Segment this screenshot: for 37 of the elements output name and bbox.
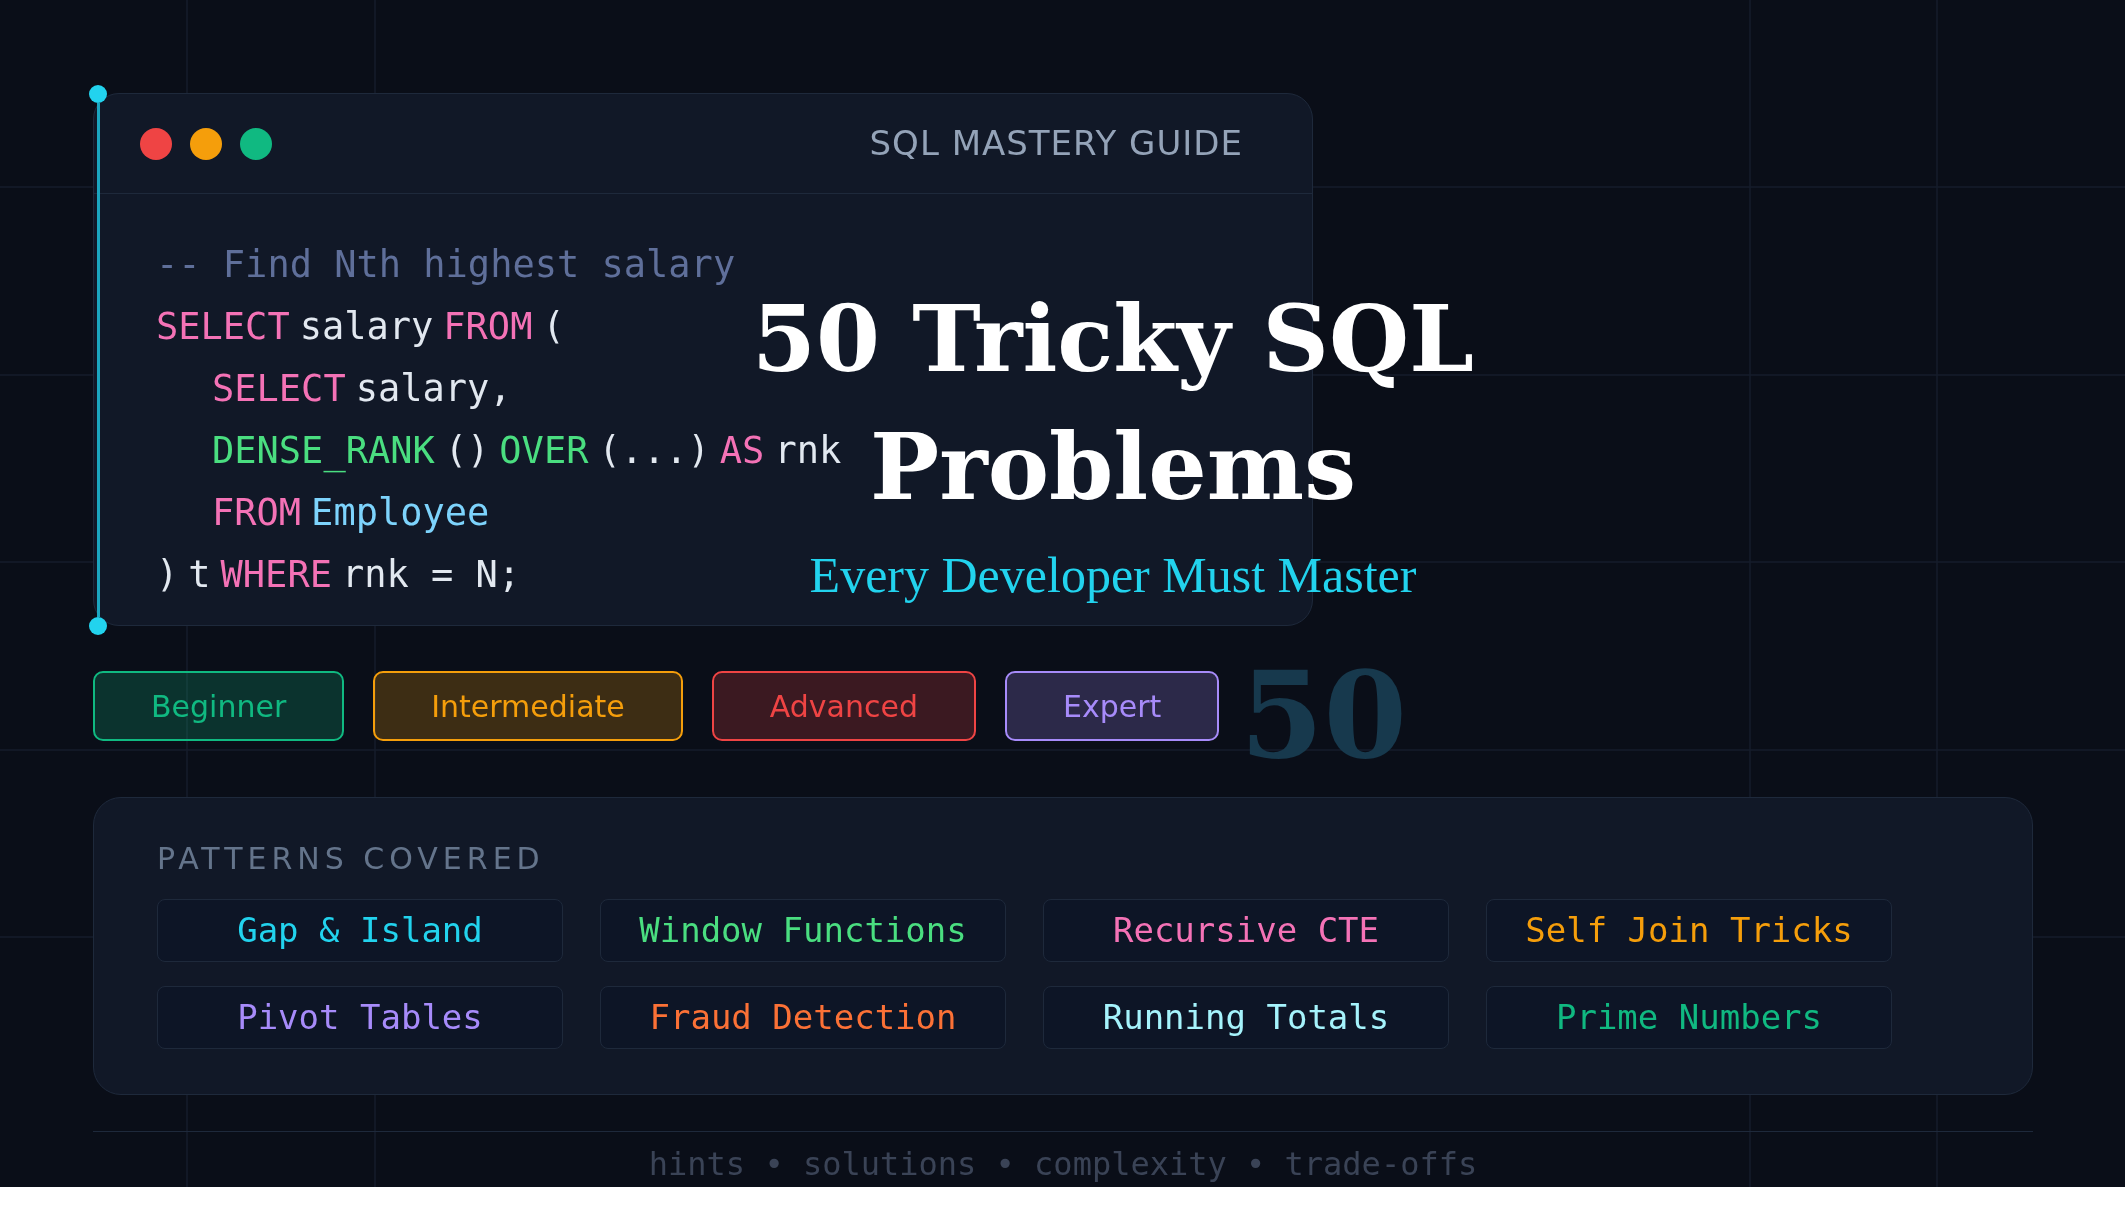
code-comment: -- Find Nth highest salary [156, 242, 736, 289]
pattern-chip: Self Join Tricks [1486, 899, 1892, 962]
code-token: rnk = N; [341, 552, 521, 599]
pattern-chip: Recursive CTE [1043, 899, 1449, 962]
level-badge: Expert [1005, 671, 1220, 741]
pattern-chip: Running Totals [1043, 986, 1449, 1049]
pattern-chip: Fraud Detection [600, 986, 1006, 1049]
window-title: SQL MASTERY GUIDE [869, 122, 1243, 165]
code-token: FROM [443, 304, 533, 351]
code-token: DENSE_RANK [212, 428, 435, 475]
code-token: rnk [774, 428, 842, 475]
patterns-heading: PATTERNS COVERED [157, 840, 546, 878]
level-badge: Beginner [93, 671, 345, 741]
code-token: OVER [499, 428, 589, 475]
level-badge: Intermediate [373, 671, 683, 741]
code-token: WHERE [220, 552, 332, 599]
pattern-chip: Window Functions [600, 899, 1006, 962]
pattern-chip: Prime Numbers [1486, 986, 1892, 1049]
code-token: (...) [598, 428, 710, 475]
code-token: FROM [212, 490, 302, 537]
code-token: salary [299, 304, 434, 351]
pattern-chip: Gap & Island [157, 899, 563, 962]
code-token: () [444, 428, 490, 475]
code-token: Employee [311, 490, 490, 537]
code-token: SELECT [212, 366, 346, 413]
code-token: ) [156, 552, 179, 599]
code-token: t [188, 552, 211, 599]
level-badge: Advanced [711, 671, 976, 741]
footer-text: hints • solutions • complexity • trade-offs [648, 1144, 1478, 1185]
headline-title: Problems [870, 412, 1356, 523]
code-token: AS [719, 428, 765, 475]
pattern-chip: Pivot Tables [157, 986, 563, 1049]
code-token: SELECT [156, 304, 290, 351]
headline-subtitle: Every Developer Must Master [809, 547, 1417, 603]
headline-title: 50 Tricky SQL [752, 284, 1474, 395]
code-token: ( [542, 304, 565, 351]
code-token: salary, [355, 366, 512, 413]
